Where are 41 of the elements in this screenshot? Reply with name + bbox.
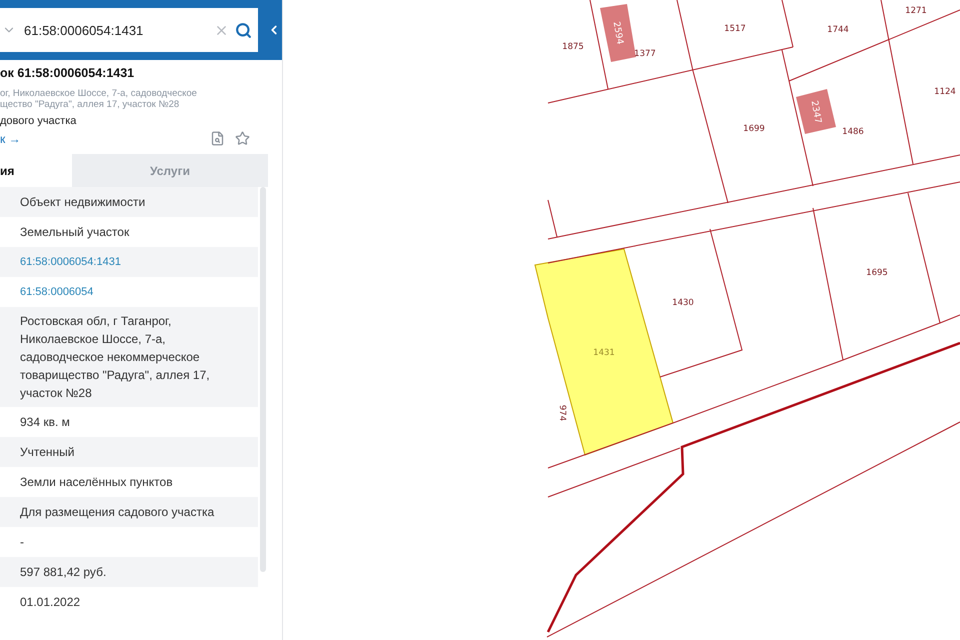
parcel-label: 974 (557, 404, 567, 422)
parcel-label: 1744 (827, 25, 849, 35)
building[interactable] (796, 89, 836, 134)
address-text: щество "Радуга", аллея 17, участок №28 (0, 99, 180, 110)
address-text: ог, Николаевское Шоссе, 7-а, садоводческое (0, 88, 198, 99)
search-field[interactable]: 61:58:0006054:1431 (0, 8, 258, 52)
building[interactable] (600, 4, 636, 62)
value-text: Ростовская обл, г Таганрог, Николаевское Шоссе, 7-а, садоводческое некоммерческое товарищество "Радуга", аллея 17, участок №28 (20, 313, 211, 402)
value-text: 597 881,42 руб. (20, 564, 106, 581)
parcel-label: 1271 (905, 6, 927, 16)
building-label: 2594 (610, 20, 624, 46)
parcel-label: 1695 (866, 268, 888, 278)
parcel-label: 1431 (593, 348, 615, 358)
selected-parcel[interactable] (534, 248, 674, 456)
value-text: Объект недвижимости (20, 194, 146, 211)
value-text: Учтенный (20, 444, 74, 461)
page-search-icon[interactable] (210, 131, 225, 146)
parcel-label: 1486 (842, 127, 864, 137)
search-button[interactable] (235, 22, 252, 38)
parcel-label: 1875 (562, 42, 584, 52)
cadastral-link[interactable]: 61:58:0006054:1431 (20, 253, 121, 271)
scrollbar[interactable] (260, 187, 266, 572)
star-icon[interactable] (235, 131, 250, 146)
cadastral-link[interactable]: 61:58:0006054 (20, 283, 94, 301)
value-text: Земли населённых пунктов (20, 474, 173, 491)
cadastral-map[interactable]: 2594 2347 1875 1377 1517 1744 1271 1124 1699 1486 1695 1430 1431 974 (283, 0, 960, 640)
building-label: 2347 (808, 100, 822, 124)
parcel-label: 1377 (634, 49, 656, 59)
parcel-label: 1699 (743, 124, 765, 134)
value-text: Земельный участок (20, 224, 130, 241)
search-input[interactable]: 61:58:0006054:1431 (22, 22, 208, 38)
parcel-label: 1517 (724, 24, 746, 34)
details-link[interactable]: к → (0, 132, 21, 146)
parcel-label: 1124 (934, 87, 956, 97)
parcel-label: 1430 (672, 298, 694, 308)
purpose-text: дового участка (0, 115, 78, 127)
value-text: 934 кв. м (20, 414, 70, 431)
object-title: ок 61:58:0006054:1431 (0, 66, 136, 80)
value-text: Для размещения садового участка (20, 504, 214, 521)
value-text: - (20, 534, 24, 551)
value-text: 01.01.2022 (20, 594, 80, 611)
